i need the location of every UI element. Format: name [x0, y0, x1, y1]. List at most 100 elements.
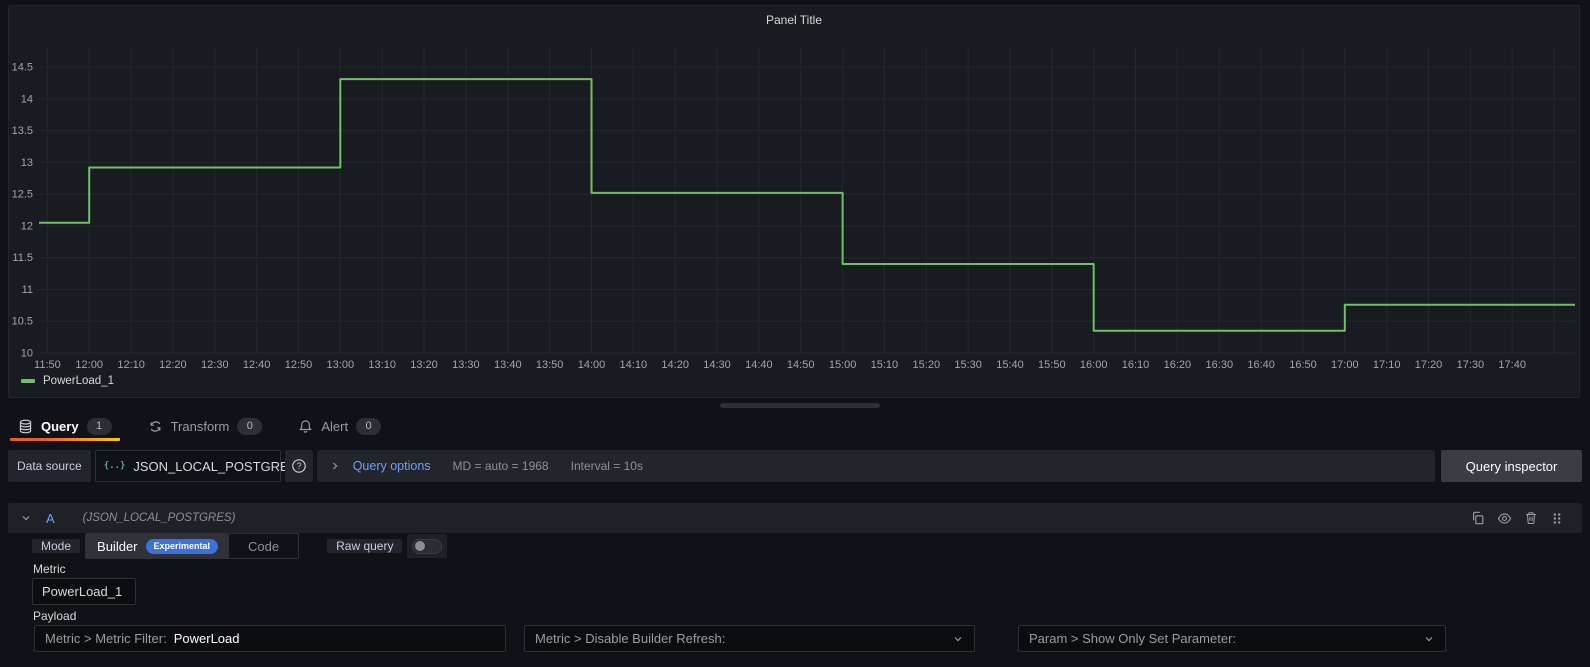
datasource-help-button[interactable]: ?	[285, 450, 313, 482]
payload-disable-builder-refresh-field[interactable]: Metric > Disable Builder Refresh:	[524, 625, 975, 652]
svg-text:14:20: 14:20	[661, 359, 689, 371]
legend-series-label[interactable]: PowerLoad_1	[43, 375, 114, 387]
svg-text:11.5: 11.5	[12, 252, 33, 264]
svg-text:15:10: 15:10	[871, 359, 899, 371]
chart-legend: PowerLoad_1	[21, 375, 114, 387]
mode-label: Mode	[32, 539, 80, 553]
svg-text:14:10: 14:10	[620, 359, 648, 371]
mode-code-option[interactable]: Code	[229, 534, 298, 558]
svg-text:16:10: 16:10	[1122, 359, 1150, 371]
datasource-picker[interactable]: {..} JSON_LOCAL_POSTGRES	[95, 450, 281, 482]
payload-show-only-set-parameter-label: Param > Show Only Set Parameter:	[1029, 631, 1236, 646]
svg-text:16:30: 16:30	[1206, 359, 1234, 371]
svg-text:13:10: 13:10	[368, 359, 396, 371]
svg-text:15:20: 15:20	[913, 359, 941, 371]
svg-text:12:40: 12:40	[243, 359, 271, 371]
tab-query-label: Query	[41, 419, 79, 434]
query-actions	[1471, 511, 1570, 526]
svg-text:12:30: 12:30	[201, 359, 229, 371]
trash-icon	[1524, 511, 1538, 525]
metric-label: Metric	[33, 562, 66, 576]
pane-resize-handle[interactable]	[720, 403, 880, 408]
payload-metric-filter-field[interactable]: Metric > Metric Filter: PowerLoad	[34, 625, 506, 652]
svg-text:14.5: 14.5	[12, 62, 33, 74]
grafana-panel-editor: Panel Title 11:5012:0012:1012:2012:3012:…	[0, 0, 1590, 667]
mode-builder-label: Builder	[97, 539, 137, 554]
panel-title[interactable]: Panel Title	[9, 13, 1579, 27]
payload-show-only-set-parameter-field[interactable]: Param > Show Only Set Parameter:	[1018, 625, 1446, 652]
svg-text:11: 11	[22, 284, 33, 296]
svg-text:17:00: 17:00	[1331, 359, 1359, 371]
active-tab-underline	[10, 438, 120, 441]
svg-text:17:40: 17:40	[1498, 359, 1526, 371]
tab-query[interactable]: Query 1	[18, 411, 112, 441]
svg-text:14:30: 14:30	[703, 359, 731, 371]
svg-text:16:20: 16:20	[1164, 359, 1192, 371]
svg-text:16:00: 16:00	[1080, 359, 1108, 371]
svg-text:14:00: 14:00	[578, 359, 606, 371]
svg-text:13.5: 13.5	[12, 125, 33, 137]
chevron-down-icon	[952, 633, 964, 645]
tab-transform-label: Transform	[171, 419, 230, 434]
query-options-bar[interactable]: Query options MD = auto = 1968 Interval …	[317, 450, 1435, 482]
svg-text:14:50: 14:50	[787, 359, 815, 371]
svg-text:12: 12	[21, 220, 33, 232]
svg-text:13:40: 13:40	[494, 359, 522, 371]
grip-dots-icon	[1550, 511, 1564, 526]
svg-text:?: ?	[296, 461, 301, 471]
svg-text:17:30: 17:30	[1457, 359, 1485, 371]
raw-query-toggle[interactable]	[407, 534, 447, 558]
svg-text:10.5: 10.5	[12, 316, 33, 328]
drag-query-handle[interactable]	[1550, 511, 1564, 526]
process-icon	[148, 419, 163, 434]
svg-text:15:50: 15:50	[1038, 359, 1066, 371]
svg-text:12:10: 12:10	[117, 359, 145, 371]
svg-text:17:10: 17:10	[1373, 359, 1401, 371]
svg-text:13:50: 13:50	[536, 359, 564, 371]
datasource-label: Data source	[8, 450, 91, 482]
svg-text:13: 13	[21, 157, 33, 169]
query-inspector-button[interactable]: Query inspector	[1441, 450, 1582, 482]
svg-text:11:50: 11:50	[34, 359, 61, 371]
delete-query-button[interactable]	[1524, 511, 1538, 525]
tab-transform[interactable]: Transform 0	[148, 411, 263, 441]
svg-text:17:20: 17:20	[1415, 359, 1443, 371]
toggle-track	[412, 539, 442, 554]
collapse-query-button[interactable]	[20, 512, 32, 524]
svg-text:14: 14	[21, 93, 33, 105]
query-datasource-hint: (JSON_LOCAL_POSTGRES)	[83, 512, 236, 524]
datasource-row: Data source {..} JSON_LOCAL_POSTGRES ? Q…	[8, 450, 1582, 482]
payload-disable-builder-refresh-label: Metric > Disable Builder Refresh:	[535, 631, 725, 646]
datasource-picker-value: JSON_LOCAL_POSTGRES	[133, 459, 297, 474]
svg-text:12.5: 12.5	[12, 189, 33, 201]
bell-icon	[298, 419, 313, 434]
svg-text:13:00: 13:00	[327, 359, 355, 371]
svg-text:15:40: 15:40	[996, 359, 1024, 371]
tab-alert-label: Alert	[321, 419, 348, 434]
metric-select[interactable]: PowerLoad_1	[32, 578, 136, 605]
query-options-toggle[interactable]: Query options	[353, 459, 431, 473]
payload-label: Payload	[33, 609, 76, 623]
mode-segmented-control: Builder Experimental Code	[85, 533, 299, 559]
svg-text:10: 10	[21, 348, 33, 360]
svg-text:16:50: 16:50	[1289, 359, 1317, 371]
svg-text:12:20: 12:20	[159, 359, 187, 371]
timeseries-chart[interactable]: 11:5012:0012:1012:2012:3012:4012:5013:00…	[9, 37, 1579, 377]
svg-text:15:30: 15:30	[954, 359, 982, 371]
hide-query-button[interactable]	[1497, 511, 1512, 526]
query-options-interval: Interval = 10s	[571, 459, 643, 473]
tab-alert[interactable]: Alert 0	[298, 411, 381, 441]
experimental-badge: Experimental	[146, 539, 219, 554]
eye-icon	[1497, 511, 1512, 526]
payload-metric-filter-value[interactable]: PowerLoad	[174, 631, 240, 646]
mode-builder-option[interactable]: Builder Experimental	[86, 534, 229, 558]
svg-text:13:30: 13:30	[452, 359, 480, 371]
mode-row: Mode Builder Experimental Code Raw query	[32, 534, 447, 558]
query-ref-id[interactable]: A	[46, 511, 55, 526]
chevron-down-icon	[20, 512, 32, 524]
editor-tabs: Query 1 Transform 0 Alert 0	[18, 411, 381, 441]
svg-text:15:00: 15:00	[829, 359, 857, 371]
legend-series-swatch	[21, 379, 35, 383]
tab-query-count: 1	[87, 418, 112, 435]
duplicate-query-button[interactable]	[1471, 511, 1485, 525]
